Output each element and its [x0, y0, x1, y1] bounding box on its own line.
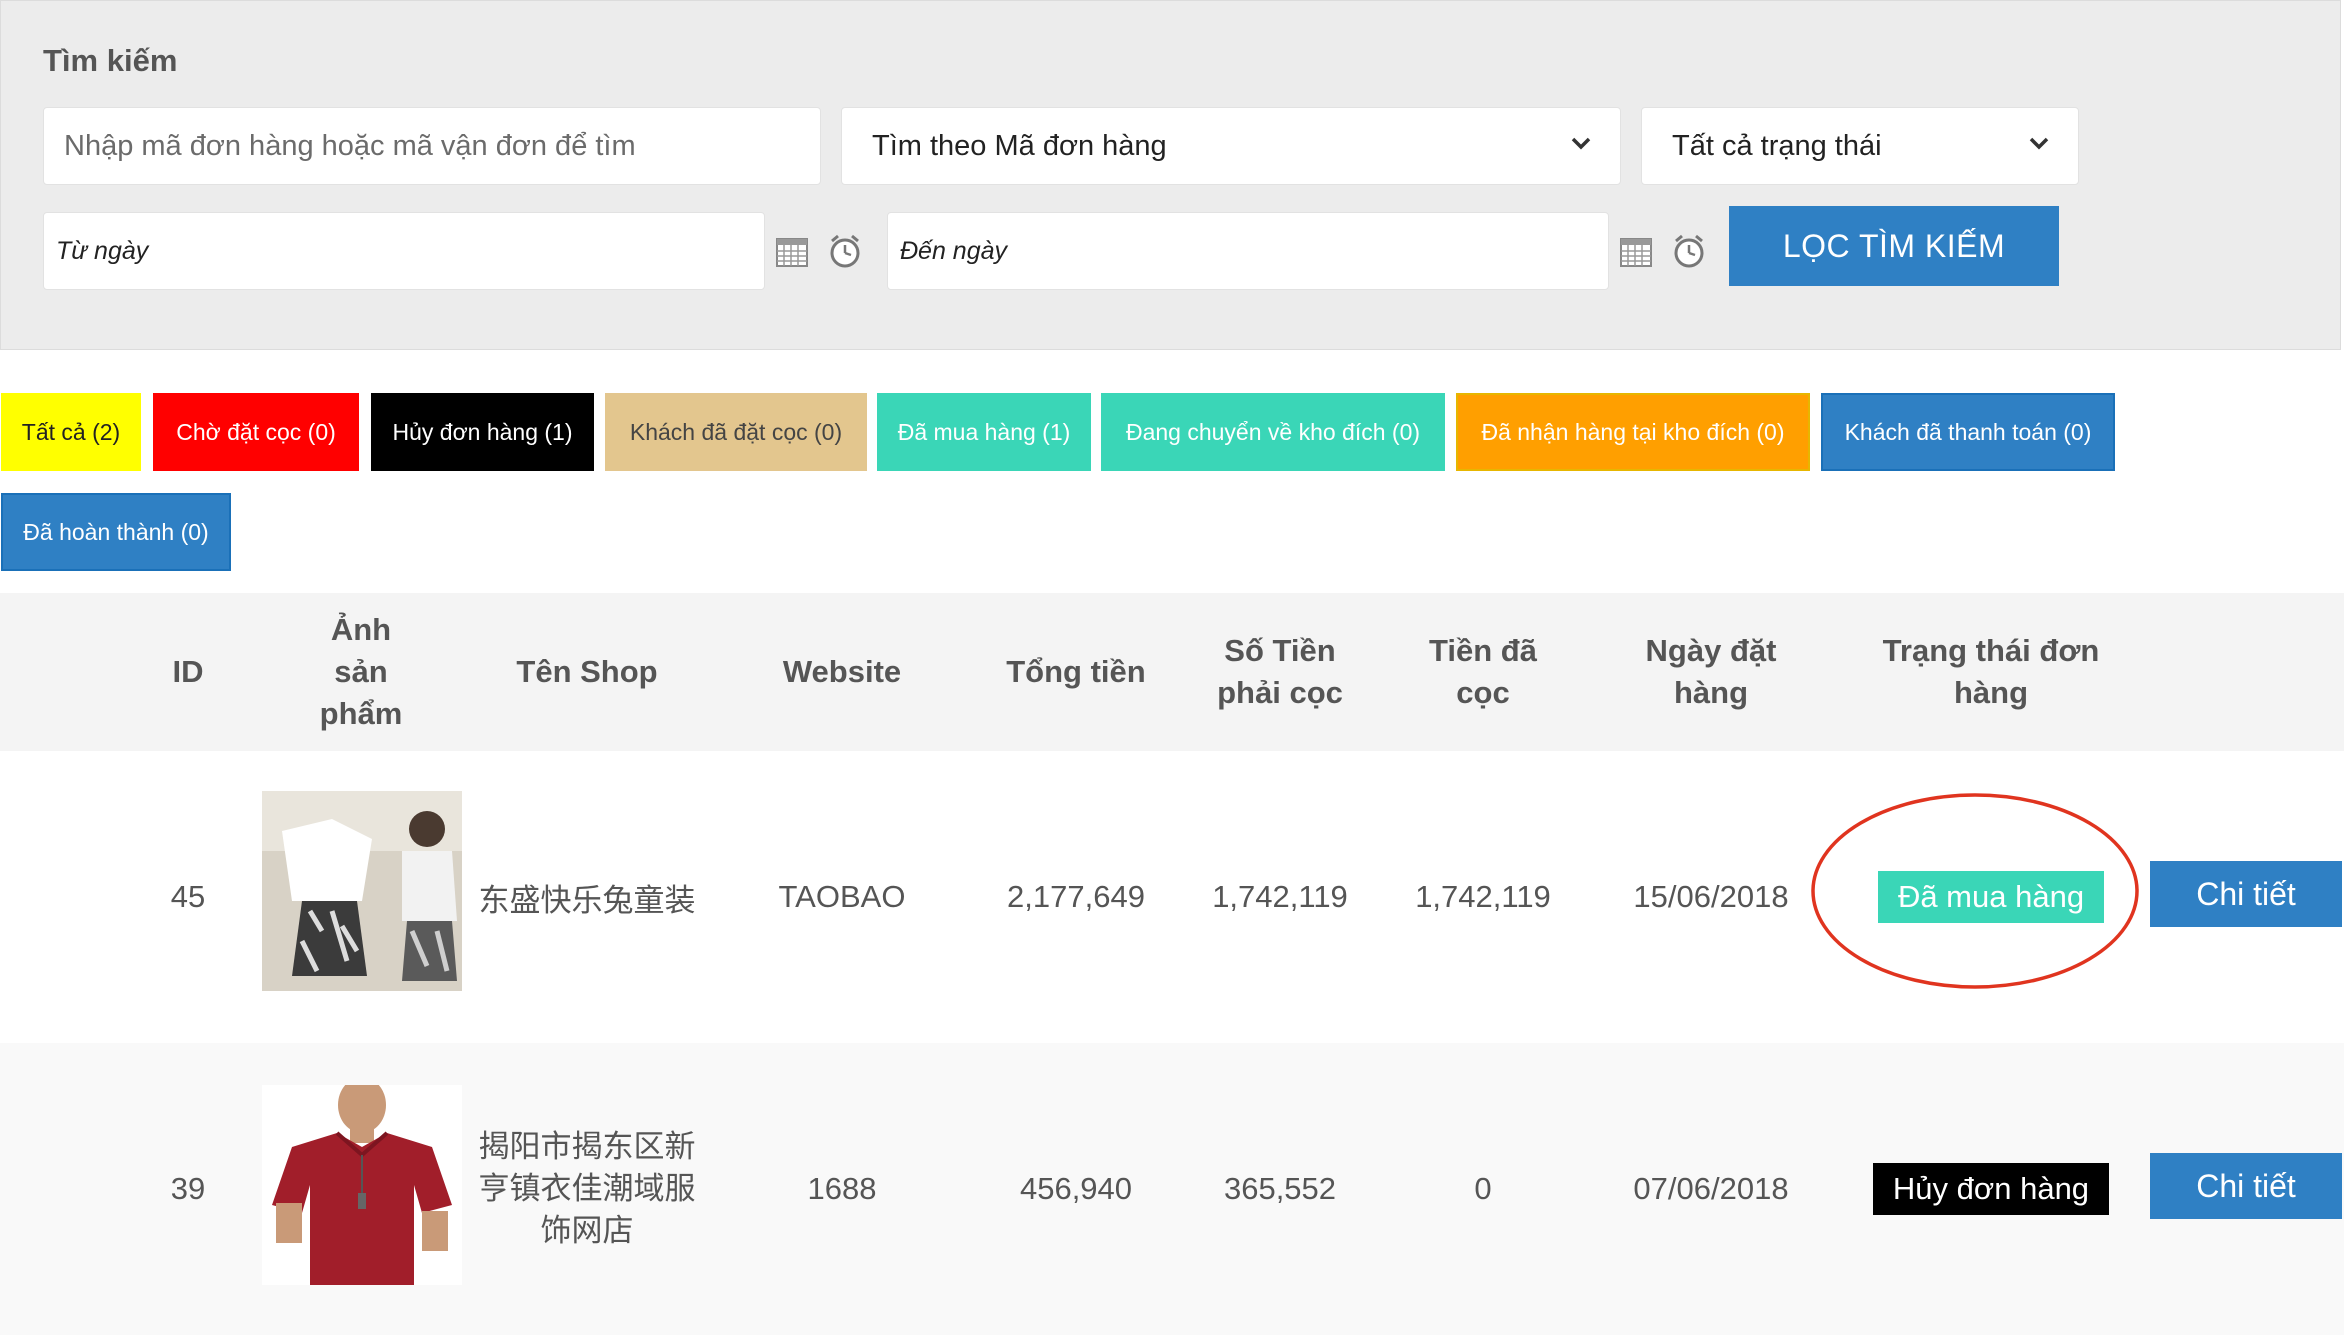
- col-shop: Tên Shop: [516, 654, 658, 689]
- filter-search-button[interactable]: LỌC TÌM KIẾM: [1729, 206, 2059, 286]
- cell-id: 39: [170, 1171, 206, 1206]
- from-date-field[interactable]: Từ ngày: [43, 212, 765, 290]
- col-deposit-paid: Tiền đã cọc: [1429, 633, 1537, 710]
- filter-cancelled[interactable]: Hủy đơn hàng (1): [371, 393, 594, 471]
- table-header: ID Ảnh sản phẩm Tên Shop Website Tổng ti…: [0, 593, 2344, 751]
- table-row: 39 揭阳市揭东区新亨镇衣佳潮域服饰网店 1688 456,940 365,55…: [0, 1043, 2344, 1335]
- status-select-value: Tất cả trạng thái: [1672, 129, 1882, 162]
- col-deposit-required: Số Tiền phải cọc: [1217, 633, 1343, 710]
- detail-button[interactable]: Chi tiết: [2150, 1153, 2342, 1219]
- filter-received[interactable]: Đã nhận hàng tại kho đích (0): [1456, 393, 1810, 471]
- col-website: Website: [782, 654, 902, 689]
- chevron-down-icon: [1571, 137, 1591, 150]
- cell-order-date: 15/06/2018: [1633, 879, 1789, 914]
- search-panel-title: Tìm kiếm: [43, 43, 178, 78]
- col-image: Ảnh sản phẩm: [319, 612, 403, 731]
- cell-total: 456,940: [1019, 1171, 1133, 1206]
- calendar-icon[interactable]: [1619, 235, 1653, 269]
- filter-label: Đã mua hàng (1): [897, 418, 1071, 445]
- clock-icon[interactable]: [827, 233, 863, 269]
- status-select[interactable]: Tất cả trạng thái: [1641, 107, 2079, 185]
- from-date-placeholder: Từ ngày: [56, 236, 149, 265]
- filter-shipping[interactable]: Đang chuyển về kho đích (0): [1101, 393, 1445, 471]
- filter-label: Chờ đặt cọc (0): [176, 418, 336, 445]
- cell-deposit-required: 365,552: [1223, 1171, 1337, 1206]
- cell-website: 1688: [807, 1171, 877, 1206]
- cell-status: Đã mua hàng: [1860, 751, 2122, 1043]
- cell-deposit-required: 1,742,119: [1212, 879, 1348, 914]
- cell-order-date: 07/06/2018: [1633, 1171, 1789, 1206]
- filter-waiting-deposit[interactable]: Chờ đặt cọc (0): [153, 393, 359, 471]
- filter-purchased[interactable]: Đã mua hàng (1): [877, 393, 1091, 471]
- cell-shop: 揭阳市揭东区新亨镇衣佳潮域服饰网店: [478, 1129, 696, 1248]
- order-code-input[interactable]: [44, 108, 820, 184]
- cell-deposit-paid: 1,742,119: [1415, 879, 1551, 914]
- filter-label: Khách đã thanh toán (0): [1844, 418, 2092, 445]
- filter-paid[interactable]: Khách đã thanh toán (0): [1821, 393, 2115, 471]
- calendar-icon[interactable]: [775, 235, 809, 269]
- to-date-placeholder: Đến ngày: [900, 236, 1008, 265]
- filter-label: Đã nhận hàng tại kho đích (0): [1481, 418, 1785, 445]
- search-by-select[interactable]: Tìm theo Mã đơn hàng: [841, 107, 1621, 185]
- table-row: 45 东盛快乐兔童装 TAOBAO 2,177,649 1,742,119 1,…: [0, 751, 2344, 1043]
- detail-button[interactable]: Chi tiết: [2150, 861, 2342, 927]
- product-image[interactable]: [262, 791, 462, 991]
- cell-id: 45: [170, 879, 206, 914]
- cell-deposit-paid: 0: [1474, 1171, 1492, 1206]
- col-id: ID: [172, 654, 204, 689]
- filter-label: Hủy đơn hàng (1): [392, 418, 573, 445]
- col-order-date: Ngày đặt hàng: [1645, 633, 1777, 710]
- clock-icon[interactable]: [1671, 233, 1707, 269]
- filter-label: Tất cả (2): [21, 418, 121, 445]
- cell-status: Hủy đơn hàng: [1860, 1043, 2122, 1335]
- search-by-value: Tìm theo Mã đơn hàng: [872, 129, 1167, 162]
- product-image[interactable]: [262, 1085, 462, 1285]
- status-badge: Đã mua hàng: [1877, 871, 2105, 923]
- filter-deposited[interactable]: Khách đã đặt cọc (0): [605, 393, 867, 471]
- col-status: Trạng thái đơn hàng: [1882, 633, 2100, 710]
- filter-completed[interactable]: Đã hoàn thành (0): [1, 493, 231, 571]
- search-panel: Tìm kiếm Tìm theo Mã đơn hàng Tất cả trạ…: [0, 0, 2341, 350]
- cell-website: TAOBAO: [778, 879, 906, 914]
- to-date-field[interactable]: Đến ngày: [887, 212, 1609, 290]
- cell-total: 2,177,649: [1007, 879, 1145, 914]
- status-badge: Hủy đơn hàng: [1872, 1163, 2110, 1215]
- filter-label: Đã hoàn thành (0): [23, 518, 209, 545]
- chevron-down-icon: [2029, 137, 2049, 150]
- filter-label: Đang chuyển về kho đích (0): [1125, 418, 1421, 445]
- filter-all[interactable]: Tất cả (2): [1, 393, 141, 471]
- col-total: Tổng tiền: [1006, 654, 1146, 689]
- filter-label: Khách đã đặt cọc (0): [629, 418, 843, 445]
- cell-shop: 东盛快乐兔童装: [478, 882, 696, 918]
- order-code-field[interactable]: [43, 107, 821, 185]
